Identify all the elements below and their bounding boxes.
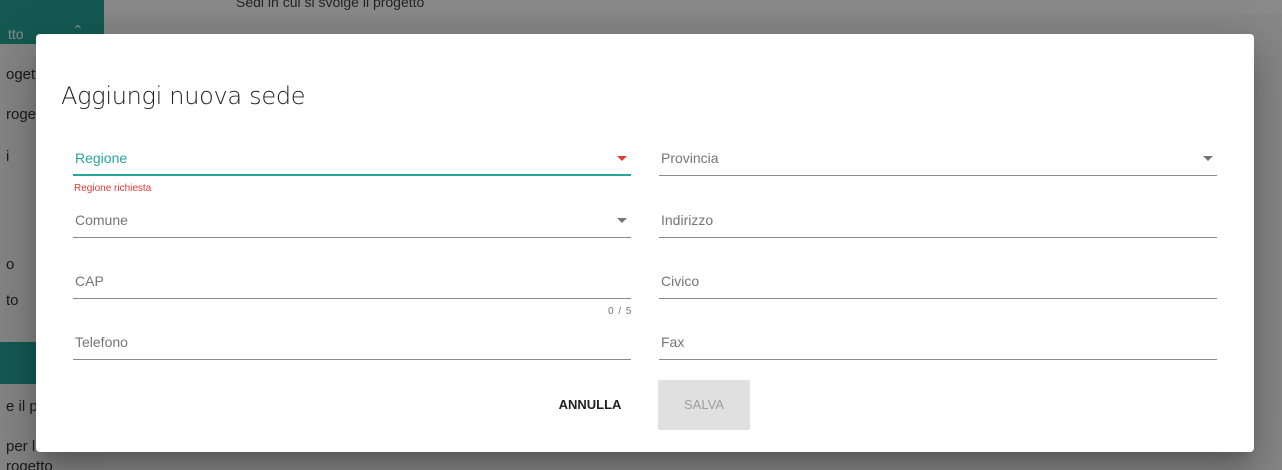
civico-input[interactable]: Civico (659, 259, 1217, 299)
cap-label: CAP (75, 273, 104, 289)
add-location-dialog: Aggiungi nuova sede Regione Regione rich… (36, 34, 1254, 452)
cancel-button[interactable]: ANNULLA (541, 380, 639, 430)
indirizzo-underline (659, 237, 1217, 238)
provincia-select[interactable]: Provincia (659, 136, 1217, 176)
indirizzo-input[interactable]: Indirizzo (659, 198, 1217, 238)
comune-underline (73, 237, 631, 238)
civico-underline (659, 298, 1217, 299)
regione-select[interactable]: Regione (73, 136, 631, 176)
fax-label: Fax (661, 334, 685, 350)
save-button[interactable]: SALVA (658, 380, 750, 430)
indirizzo-label: Indirizzo (661, 212, 714, 228)
regione-label: Regione (75, 150, 128, 166)
caret-down-icon (1203, 156, 1213, 161)
caret-down-icon (617, 218, 627, 223)
telefono-underline (73, 359, 631, 360)
fax-input[interactable]: Fax (659, 320, 1217, 360)
civico-label: Civico (661, 273, 700, 289)
fax-underline (659, 359, 1217, 360)
regione-error: Regione richiesta (74, 183, 152, 194)
comune-label: Comune (75, 212, 128, 228)
comune-select[interactable]: Comune (73, 198, 631, 238)
provincia-label: Provincia (661, 150, 719, 166)
caret-down-icon (617, 156, 627, 161)
telefono-input[interactable]: Telefono (73, 320, 631, 360)
dialog-title: Aggiungi nuova sede (61, 82, 306, 110)
regione-underline (73, 174, 631, 176)
cap-input[interactable]: CAP (73, 259, 631, 299)
telefono-label: Telefono (75, 334, 128, 350)
cap-char-counter: 0 / 5 (608, 306, 633, 317)
cap-underline (73, 298, 631, 299)
provincia-underline (659, 175, 1217, 176)
